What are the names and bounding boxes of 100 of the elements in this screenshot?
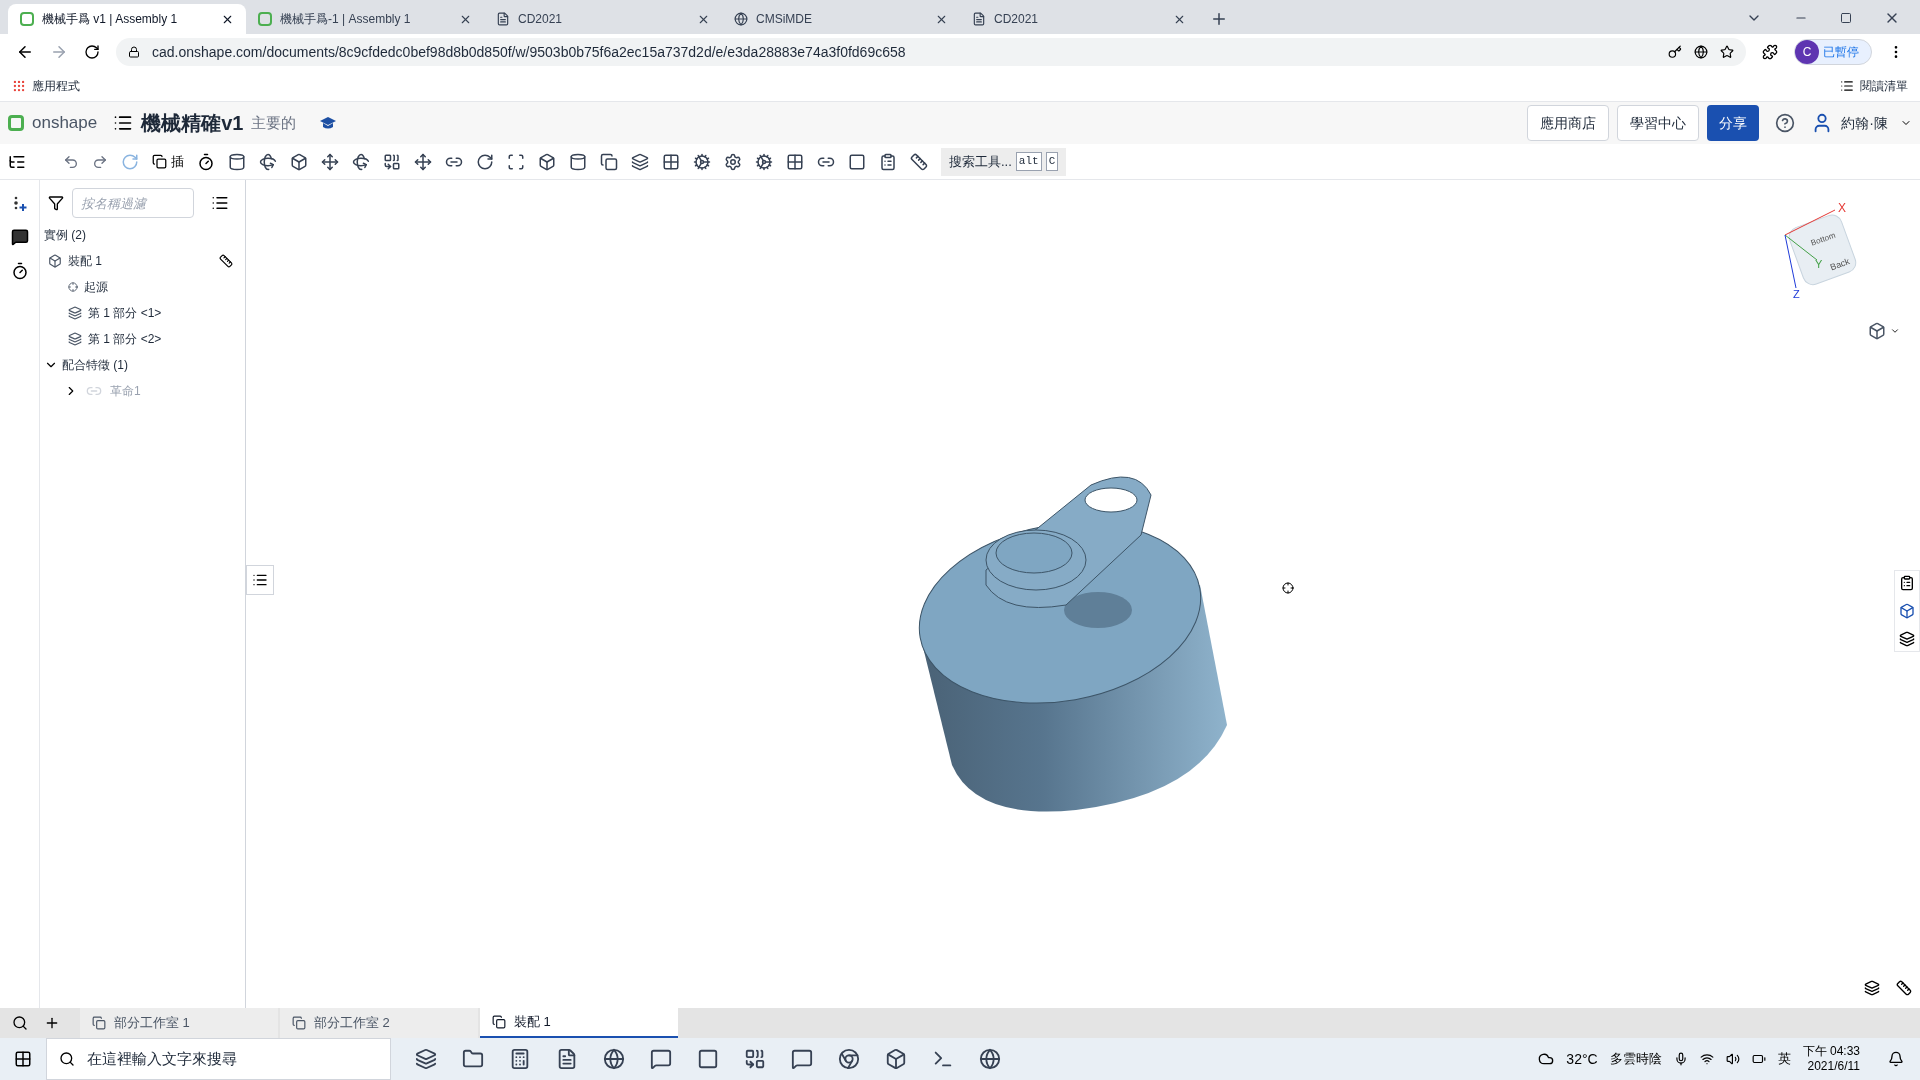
- battery-icon[interactable]: [1751, 1052, 1766, 1066]
- reload-icon[interactable]: [84, 44, 100, 60]
- taskbar-app-icon[interactable]: [791, 1048, 813, 1070]
- restore-icon[interactable]: [1840, 12, 1852, 24]
- timer-icon[interactable]: [10, 262, 29, 280]
- tool-icon[interactable]: [383, 152, 401, 171]
- extensions-icon[interactable]: [1762, 44, 1778, 60]
- mates-header[interactable]: 配合特徵 (1): [62, 356, 128, 374]
- taskbar-search-field[interactable]: 在這裡輸入文字來搜尋: [46, 1038, 391, 1080]
- microphone-icon[interactable]: [1673, 1052, 1688, 1066]
- document-title[interactable]: 機械精確v1: [141, 108, 244, 138]
- measure-icon[interactable]: [1896, 980, 1912, 996]
- star-icon[interactable]: [1720, 45, 1734, 59]
- taskbar-app-icon[interactable]: [509, 1048, 531, 1070]
- header-button[interactable]: 學習中心: [1617, 105, 1700, 141]
- tool-icon[interactable]: [600, 152, 618, 171]
- tool-icon[interactable]: [786, 152, 804, 171]
- document-tab[interactable]: 裝配 1: [480, 1008, 678, 1038]
- search-tools-button[interactable]: 搜索工具... alt C: [941, 147, 1067, 176]
- document-tab[interactable]: 部分工作室 1: [80, 1008, 278, 1038]
- insert-button[interactable]: 插: [152, 151, 184, 172]
- tool-icon[interactable]: [228, 152, 246, 171]
- windows-start-icon[interactable]: [14, 1050, 32, 1068]
- tool-icon[interactable]: [693, 152, 711, 171]
- appearance-icon[interactable]: [1899, 603, 1915, 619]
- redo-icon[interactable]: [92, 153, 108, 170]
- document-tab[interactable]: 部分工作室 2: [280, 1008, 478, 1038]
- clock-icon[interactable]: [197, 152, 215, 171]
- tool-icon[interactable]: [414, 152, 432, 171]
- browser-tab[interactable]: 機械手爲 v1 | Assembly 1: [8, 4, 246, 34]
- browser-tab[interactable]: 機械手爲-1 | Assembly 1: [246, 4, 484, 34]
- share-button[interactable]: 分享: [1707, 105, 1760, 141]
- address-bar[interactable]: cad.onshape.com/documents/8c9cfdedc0bef98d8b0d850f/w/9503b0b75f6a2ec15a737d2d/e/e3da28883e74a3f0fd69c658: [116, 38, 1746, 66]
- display-icon[interactable]: [1864, 980, 1880, 996]
- tool-icon[interactable]: [631, 152, 649, 171]
- bookmark-link[interactable]: 應用程式: [32, 76, 80, 95]
- volume-icon[interactable]: [1725, 1052, 1740, 1066]
- configuration-icon[interactable]: [1899, 631, 1915, 647]
- translate-icon[interactable]: [1694, 45, 1708, 59]
- browser-tab[interactable]: CD2021: [960, 4, 1198, 34]
- user-name[interactable]: 約翰·陳: [1841, 112, 1892, 134]
- network-icon[interactable]: [1699, 1052, 1714, 1066]
- taskbar-app-icon[interactable]: [556, 1048, 578, 1070]
- taskbar-app-icon[interactable]: [979, 1048, 1001, 1070]
- menu-icon[interactable]: [113, 113, 134, 133]
- tool-icon[interactable]: [507, 152, 525, 171]
- back-icon[interactable]: [16, 43, 34, 61]
- browser-tab[interactable]: CD2021: [484, 4, 722, 34]
- forward-icon[interactable]: [50, 43, 68, 61]
- tool-icon[interactable]: [724, 152, 742, 171]
- key-icon[interactable]: [1668, 45, 1682, 59]
- tool-icon[interactable]: [352, 152, 370, 171]
- tree-item-label[interactable]: 裝配 1: [68, 252, 102, 270]
- tool-icon[interactable]: [755, 152, 773, 171]
- notification-icon[interactable]: [1888, 1051, 1904, 1067]
- taskbar-app-icon[interactable]: [603, 1048, 625, 1070]
- list-toggle-icon[interactable]: [252, 572, 268, 588]
- browser-tab[interactable]: CMSiMDE: [722, 4, 960, 34]
- tree-item-label[interactable]: 起源: [84, 278, 108, 296]
- tool-icon[interactable]: [910, 152, 928, 171]
- list-view-icon[interactable]: [211, 194, 229, 212]
- filter-field[interactable]: 按名稱過濾: [72, 188, 194, 218]
- tool-icon[interactable]: [259, 152, 277, 171]
- tool-icon[interactable]: [848, 152, 866, 171]
- filter-icon[interactable]: [48, 195, 64, 211]
- mate-connector-icon[interactable]: [11, 196, 28, 212]
- tool-icon[interactable]: [290, 152, 308, 171]
- new-tab-icon[interactable]: [1210, 10, 1228, 28]
- tree-item-label[interactable]: 第 1 部分 <2>: [88, 330, 162, 348]
- ime-indicator[interactable]: 英: [1777, 1049, 1791, 1069]
- taskbar-app-icon[interactable]: [838, 1048, 860, 1070]
- taskbar-app-icon[interactable]: [885, 1048, 907, 1070]
- taskbar-app-icon[interactable]: [650, 1048, 672, 1070]
- undo-icon[interactable]: [63, 153, 79, 170]
- reading-list-link[interactable]: 閱讀清單: [1860, 76, 1908, 95]
- tool-icon[interactable]: [879, 152, 897, 171]
- reading-list-icon[interactable]: [1840, 78, 1854, 93]
- taskbar-app-icon[interactable]: [415, 1048, 437, 1070]
- view-mode-icon[interactable]: [1868, 322, 1886, 340]
- view-cube-drawing[interactable]: X Y Z Bottom Back: [1760, 190, 1880, 320]
- tool-icon[interactable]: [321, 152, 339, 171]
- taskbar-app-icon[interactable]: [462, 1048, 484, 1070]
- onshape-logo-text[interactable]: onshape: [32, 110, 98, 136]
- tree-item-label[interactable]: 第 1 部分 <1>: [88, 304, 162, 322]
- header-button[interactable]: 應用商店: [1527, 105, 1610, 141]
- apps-icon[interactable]: [12, 78, 26, 93]
- search-tabs-icon[interactable]: [12, 1015, 28, 1031]
- caret-icon[interactable]: [1890, 326, 1900, 336]
- tool-icon[interactable]: [476, 152, 494, 171]
- clock-date[interactable]: 2021/6/11: [1807, 1059, 1860, 1074]
- clock-time[interactable]: 下午 04:33: [1802, 1044, 1860, 1059]
- taskbar-app-icon[interactable]: [744, 1048, 766, 1070]
- properties-icon[interactable]: [1899, 575, 1915, 591]
- taskbar-app-icon[interactable]: [697, 1048, 719, 1070]
- tool-icon[interactable]: [569, 152, 587, 171]
- profile-button[interactable]: C 已暫停: [1794, 39, 1872, 65]
- tool-icon[interactable]: [662, 152, 680, 171]
- add-tab-icon[interactable]: [44, 1015, 60, 1031]
- help-icon[interactable]: [1775, 113, 1796, 133]
- comment-icon[interactable]: [10, 228, 29, 246]
